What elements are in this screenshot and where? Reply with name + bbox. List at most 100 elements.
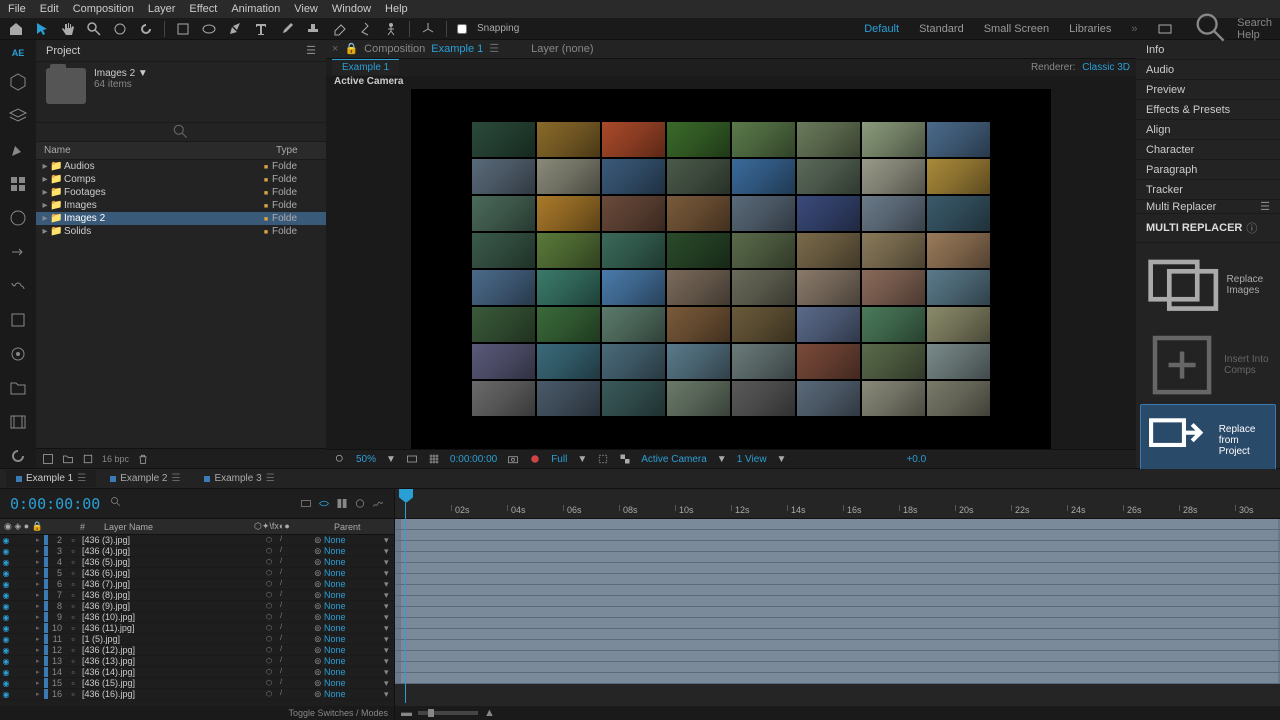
- layer-row[interactable]: ◉▸3▫[436 (4).jpg]⬡/⊚None▾: [0, 546, 394, 557]
- menu-file[interactable]: File: [8, 3, 26, 15]
- pen-tool-icon[interactable]: [227, 21, 243, 37]
- panel-menu-icon[interactable]: ☰: [306, 44, 316, 57]
- mag-icon[interactable]: [334, 453, 346, 465]
- layer-row[interactable]: ◉▸5▫[436 (6).jpg]⬡/⊚None▾: [0, 568, 394, 579]
- col-type[interactable]: Type: [276, 145, 326, 156]
- grid-icon[interactable]: [8, 174, 28, 194]
- res-icon[interactable]: [406, 453, 418, 465]
- fast-preview-icon[interactable]: [818, 453, 830, 465]
- layer-row[interactable]: ◉▸10▫[436 (11).jpg]⬡/⊚None▾: [0, 623, 394, 634]
- interpret-icon[interactable]: [42, 453, 54, 465]
- new-comp-icon[interactable]: [82, 453, 94, 465]
- composition-canvas[interactable]: [411, 89, 1051, 449]
- zoom-level[interactable]: 50%: [356, 454, 376, 465]
- menu-animation[interactable]: Animation: [231, 3, 280, 15]
- sync-icon[interactable]: [1157, 21, 1173, 37]
- panel-align[interactable]: Align: [1136, 120, 1280, 140]
- zoom-in-icon[interactable]: ▲: [484, 707, 495, 719]
- project-search[interactable]: [36, 122, 326, 142]
- view-count[interactable]: 1 View: [737, 454, 767, 465]
- layer-row[interactable]: ◉▸11▫[1 (5).jpg]⬡/⊚None▾: [0, 634, 394, 645]
- project-item-comps[interactable]: ▸📁CompsFolde: [36, 173, 326, 186]
- project-item-footages[interactable]: ▸📁FootagesFolde: [36, 186, 326, 199]
- pen-rail-icon[interactable]: [8, 140, 28, 160]
- col-name[interactable]: Name: [36, 145, 252, 156]
- layer-row[interactable]: ◉▸9▫[436 (10).jpg]⬡/⊚None▾: [0, 612, 394, 623]
- eraser-tool-icon[interactable]: [331, 21, 347, 37]
- shy-icon[interactable]: [318, 496, 330, 511]
- menu-window[interactable]: Window: [332, 3, 371, 15]
- timeline-tab-1[interactable]: Example 1☰: [6, 470, 96, 487]
- puppet-tool-icon[interactable]: [383, 21, 399, 37]
- time-ruler[interactable]: 02s04s06s08s10s12s14s16s18s20s22s24s26s2…: [395, 505, 1280, 519]
- zoom-tool-icon[interactable]: [86, 21, 102, 37]
- layer-row[interactable]: ◉▸8▫[436 (9).jpg]⬡/⊚None▾: [0, 601, 394, 612]
- menu-layer[interactable]: Layer: [148, 3, 176, 15]
- timeline-tracks[interactable]: [395, 519, 1280, 706]
- pixel-icon[interactable]: [796, 453, 808, 465]
- timeline-icon[interactable]: [840, 453, 852, 465]
- target-icon[interactable]: [8, 344, 28, 364]
- comp-mini-icon[interactable]: [300, 496, 312, 511]
- renderer-value[interactable]: Classic 3D: [1082, 62, 1130, 73]
- text-tool-icon[interactable]: [253, 21, 269, 37]
- channel-icon[interactable]: [529, 453, 541, 465]
- trash-icon[interactable]: [137, 453, 149, 465]
- project-item-audios[interactable]: ▸📁AudiosFolde: [36, 160, 326, 173]
- arrow-icon[interactable]: [8, 242, 28, 262]
- region-icon[interactable]: [597, 453, 609, 465]
- transparency-icon[interactable]: [619, 453, 631, 465]
- flowchart-icon[interactable]: [862, 453, 874, 465]
- ellipse-tool-icon[interactable]: [201, 21, 217, 37]
- timeline-tab-3[interactable]: Example 3☰: [194, 470, 284, 487]
- orbit-tool-icon[interactable]: [112, 21, 128, 37]
- frame-blend-icon[interactable]: [336, 496, 348, 511]
- viewer-timecode[interactable]: 0:00:00:00: [450, 454, 497, 465]
- camera-select[interactable]: Active Camera: [641, 454, 707, 465]
- workspace-small[interactable]: Small Screen: [984, 23, 1049, 35]
- panel-preview[interactable]: Preview: [1136, 80, 1280, 100]
- layer-row[interactable]: ◉▸15▫[436 (15).jpg]⬡/⊚None▾: [0, 678, 394, 689]
- motion-blur-icon[interactable]: [354, 496, 366, 511]
- panel-paragraph[interactable]: Paragraph: [1136, 160, 1280, 180]
- snapping-checkbox[interactable]: [457, 24, 467, 34]
- multi-replacer-header[interactable]: Multi Replacer ☰: [1136, 200, 1280, 214]
- panel-audio[interactable]: Audio: [1136, 60, 1280, 80]
- menu-edit[interactable]: Edit: [40, 3, 59, 15]
- replace-from-project-button[interactable]: Replace from Project: [1140, 404, 1276, 478]
- project-item-solids[interactable]: ▸📁SolidsFolde: [36, 225, 326, 238]
- timeline-tab-2[interactable]: Example 2☰: [100, 470, 190, 487]
- layer-row[interactable]: ◉▸12▫[436 (12).jpg]⬡/⊚None▾: [0, 645, 394, 656]
- brush-tool-icon[interactable]: [279, 21, 295, 37]
- toggle-switches[interactable]: Toggle Switches / Modes: [288, 708, 388, 718]
- axis-icon[interactable]: [420, 21, 436, 37]
- playhead[interactable]: [399, 489, 413, 503]
- circle-icon[interactable]: [8, 208, 28, 228]
- menu-composition[interactable]: Composition: [73, 3, 134, 15]
- menu-view[interactable]: View: [294, 3, 318, 15]
- workspace-default[interactable]: Default: [864, 23, 899, 35]
- grid-toggle-icon[interactable]: [428, 453, 440, 465]
- exposure-reset-icon[interactable]: [884, 453, 896, 465]
- link-icon[interactable]: [8, 276, 28, 296]
- layer-row[interactable]: ◉▸16▫[436 (16).jpg]⬡/⊚None▾: [0, 689, 394, 700]
- hand-tool-icon[interactable]: [60, 21, 76, 37]
- layer-row[interactable]: ◉▸13▫[436 (13).jpg]⬡/⊚None▾: [0, 656, 394, 667]
- rect-tool-icon[interactable]: [175, 21, 191, 37]
- stamp-tool-icon[interactable]: [305, 21, 321, 37]
- snapshot-icon[interactable]: [507, 453, 519, 465]
- layer-row[interactable]: ◉▸4▫[436 (5).jpg]⬡/⊚None▾: [0, 557, 394, 568]
- home-icon[interactable]: [8, 21, 24, 37]
- refresh-icon[interactable]: [8, 446, 28, 466]
- layer-row[interactable]: ◉▸7▫[436 (8).jpg]⬡/⊚None▾: [0, 590, 394, 601]
- new-folder-icon[interactable]: [62, 453, 74, 465]
- exposure[interactable]: +0.0: [906, 454, 926, 465]
- rotate-tool-icon[interactable]: [138, 21, 154, 37]
- cube-icon[interactable]: [8, 72, 28, 92]
- selection-tool-icon[interactable]: [34, 21, 50, 37]
- project-item-images[interactable]: ▸📁ImagesFolde: [36, 199, 326, 212]
- insert-into-comps-button[interactable]: Insert Into Comps: [1146, 326, 1270, 404]
- graph-editor-icon[interactable]: [372, 496, 384, 511]
- panel-effects---presets[interactable]: Effects & Presets: [1136, 100, 1280, 120]
- layer-row[interactable]: ◉▸2▫[436 (3).jpg]⬡/⊚None▾: [0, 535, 394, 546]
